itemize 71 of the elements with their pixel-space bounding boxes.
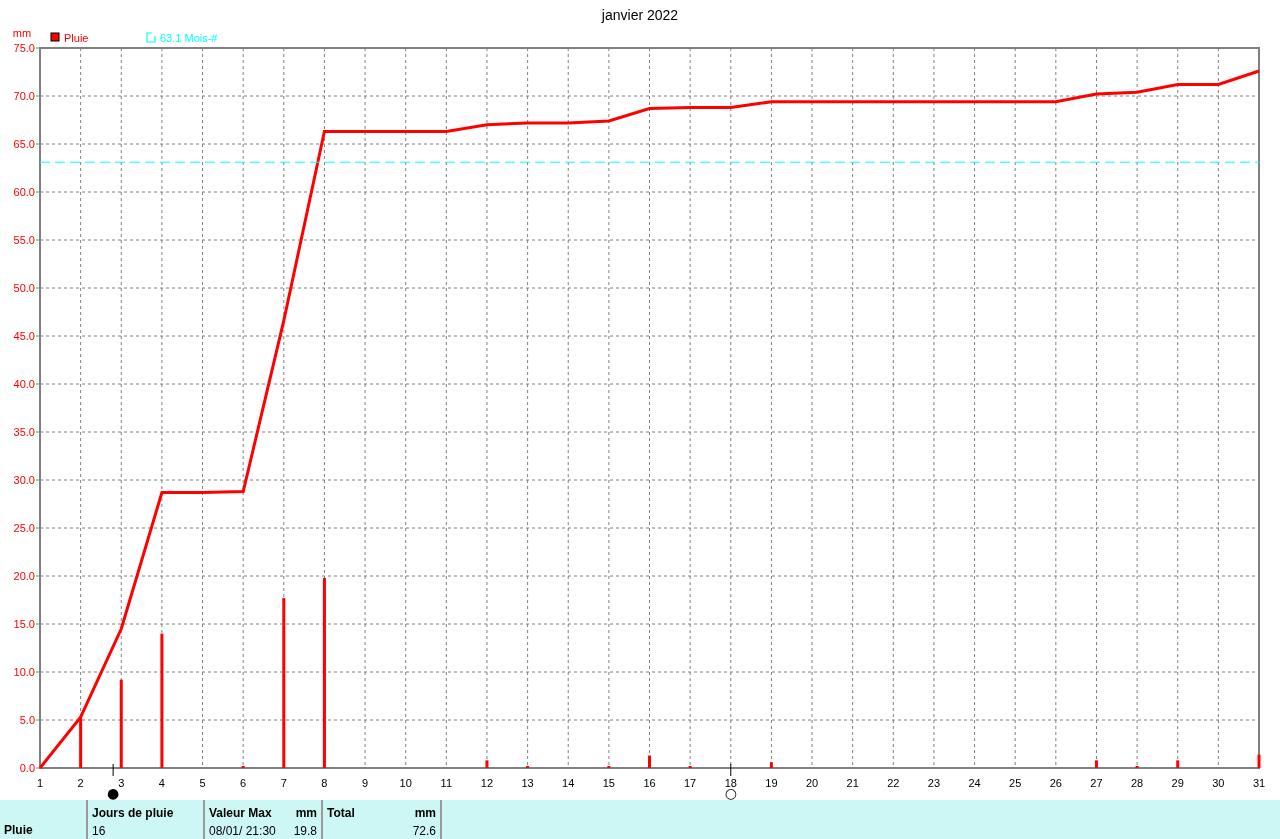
column-header: Total — [327, 805, 355, 822]
y-tick-label: 50.0 — [13, 282, 35, 294]
column-header: Valeur Max — [209, 805, 272, 822]
cell-value: 16 — [92, 823, 106, 839]
column-header: Jours de pluie — [92, 805, 174, 822]
x-tick-label: 6 — [240, 777, 247, 789]
unit-label: mm — [295, 805, 317, 822]
y-tick-label: 25.0 — [13, 522, 35, 534]
y-tick-label: 60.0 — [13, 186, 35, 198]
x-tick-label: 25 — [1009, 777, 1022, 789]
x-tick-label: 2 — [77, 777, 84, 789]
x-tick-label: 27 — [1090, 777, 1103, 789]
bar — [769, 762, 773, 768]
y-tick-label: 65.0 — [13, 138, 35, 150]
y-tick-label: 70.0 — [13, 90, 35, 102]
y-tick-label: 0.0 — [19, 762, 35, 774]
y-tick-label: 35.0 — [13, 426, 35, 438]
axis-unit: mm — [12, 27, 32, 39]
y-tick-label: 10.0 — [13, 666, 35, 678]
x-tick-label: 18 — [724, 777, 737, 789]
x-tick-label: 31 — [1252, 777, 1266, 789]
row-label: Pluie — [4, 822, 34, 839]
y-tick-label: 15.0 — [13, 618, 35, 630]
x-tick-label: 28 — [1130, 777, 1144, 789]
unit-label: mm — [414, 805, 436, 822]
x-tick-label: 4 — [158, 777, 165, 789]
x-tick-label: 30 — [1212, 777, 1225, 789]
x-tick-label: 13 — [521, 777, 534, 789]
x-tick-label: 3 — [118, 777, 125, 789]
y-tick-label: 55.0 — [13, 234, 35, 246]
x-tick-label: 23 — [927, 777, 941, 789]
x-tick-label: 14 — [562, 777, 575, 789]
chart-title: janvier 2022 — [601, 7, 679, 23]
x-tick-label: 8 — [321, 777, 328, 789]
bar — [1257, 754, 1261, 768]
x-tick-label: 26 — [1049, 777, 1062, 789]
y-tick-label: 40.0 — [13, 378, 35, 390]
x-tick-label: 22 — [887, 777, 900, 789]
x-tick-label: 21 — [846, 777, 859, 789]
x-tick-label: 9 — [362, 777, 369, 789]
cell-value: 72.6 — [412, 823, 436, 839]
legend-label: 63.1 Mois-# — [160, 32, 218, 44]
y-tick-label: 75.0 — [13, 42, 35, 54]
cell-value: 19.8 — [293, 823, 317, 839]
y-tick-label: 20.0 — [13, 570, 35, 582]
x-tick-label: 7 — [280, 777, 287, 789]
x-tick-label: 24 — [968, 777, 981, 789]
x-tick-label: 11 — [440, 777, 453, 789]
x-tick-label: 1 — [36, 777, 44, 789]
cell-value: 08/01/ 21:30 — [209, 823, 276, 839]
bar — [1176, 760, 1180, 768]
bar — [79, 717, 83, 768]
y-tick-label: 5.0 — [19, 714, 35, 726]
bar — [648, 755, 651, 768]
x-tick-label: 29 — [1171, 777, 1184, 789]
x-tick-label: 5 — [199, 777, 206, 789]
x-tick-label: 16 — [643, 777, 656, 789]
bar — [485, 760, 489, 768]
legend-label: Pluie — [64, 32, 89, 44]
y-tick-label: 30.0 — [13, 474, 35, 486]
moon-marker: ● — [107, 785, 120, 800]
x-tick-label: 12 — [480, 777, 494, 789]
x-tick-label: 20 — [805, 777, 819, 789]
tick-mark — [730, 763, 732, 777]
y-tick-label: 45.0 — [13, 330, 35, 342]
x-tick-label: 17 — [684, 777, 697, 789]
bar — [1094, 760, 1098, 768]
x-tick-label: 10 — [399, 777, 412, 789]
tick-mark — [112, 763, 114, 777]
x-tick-label: 15 — [602, 777, 615, 789]
x-tick-label: 19 — [765, 777, 778, 789]
